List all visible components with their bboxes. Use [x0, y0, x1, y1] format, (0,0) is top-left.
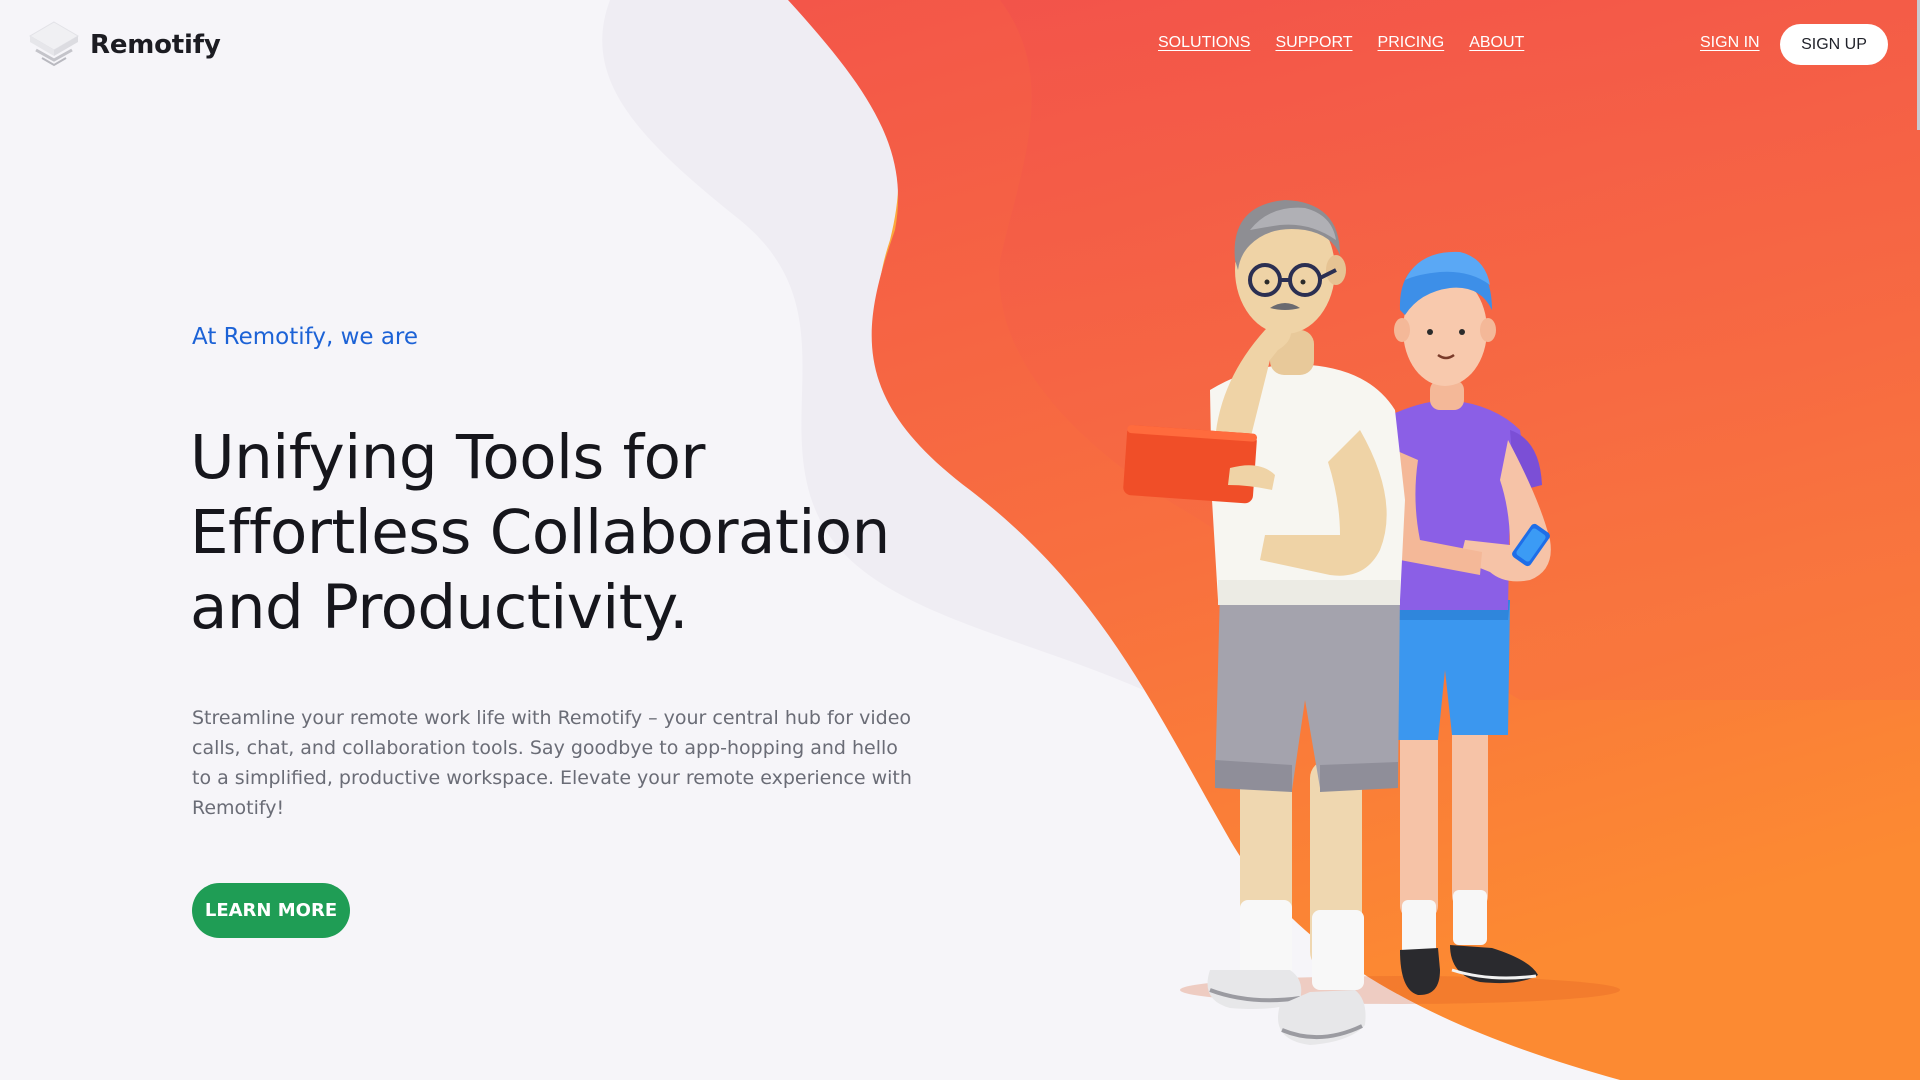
hero-headline: Unifying Tools for Effortless Collaborat…: [190, 420, 910, 645]
top-navigation: Remotify SOLUTIONS SUPPORT PRICING ABOUT…: [0, 0, 1920, 92]
brand-logo-link[interactable]: Remotify: [28, 20, 221, 70]
headline-line-2: Effortless Collaboration: [190, 497, 890, 568]
hero-description: Streamline your remote work life with Re…: [192, 707, 912, 819]
brand-name: Remotify: [90, 30, 221, 60]
nav-link-solutions[interactable]: SOLUTIONS: [1158, 34, 1250, 52]
headline-line-3: and Productivity.: [190, 572, 688, 643]
hero-eyebrow: At Remotify, we are: [192, 324, 419, 350]
nav-link-support[interactable]: SUPPORT: [1275, 34, 1352, 52]
sign-in-link[interactable]: SIGN IN: [1700, 34, 1760, 52]
layered-diamond-icon: [29, 21, 79, 67]
sign-up-button[interactable]: SIGN UP: [1780, 24, 1888, 65]
nav-link-about[interactable]: ABOUT: [1469, 34, 1524, 52]
main-menu: SOLUTIONS SUPPORT PRICING ABOUT: [1158, 34, 1524, 52]
learn-more-button[interactable]: LEARN MORE: [192, 883, 350, 938]
older-man-figure: [1123, 200, 1405, 1045]
nav-link-pricing[interactable]: PRICING: [1378, 34, 1445, 52]
people-illustration: [1123, 200, 1620, 1045]
headline-line-1: Unifying Tools for: [190, 422, 706, 493]
young-person-figure: [1380, 251, 1551, 996]
